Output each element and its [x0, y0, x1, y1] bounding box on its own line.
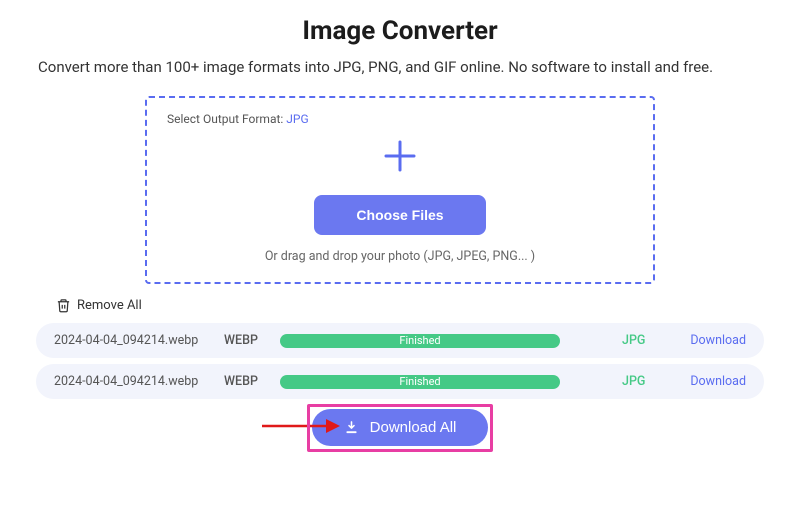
progress-wrap: Finished	[280, 375, 610, 389]
progress-bar: Finished	[280, 375, 560, 389]
file-target-format: JPG	[610, 374, 666, 389]
file-name: 2024-04-04_094214.webp	[54, 374, 224, 389]
output-format-label: Select Output Format:	[167, 112, 286, 126]
progress-bar: Finished	[280, 334, 560, 348]
remove-all-button[interactable]: Remove All	[30, 298, 770, 313]
trash-icon	[56, 298, 71, 313]
output-format-value[interactable]: JPG	[286, 112, 308, 126]
download-link[interactable]: Download	[666, 374, 746, 389]
download-all-label: Download All	[370, 419, 457, 436]
progress-wrap: Finished	[280, 334, 610, 348]
page-title: Image Converter	[30, 16, 770, 46]
file-row: 2024-04-04_094214.webp WEBP Finished JPG…	[36, 364, 764, 399]
annotation-arrow-icon	[260, 414, 340, 442]
drag-hint: Or drag and drop your photo (JPG, JPEG, …	[167, 249, 633, 264]
download-icon	[344, 420, 360, 436]
remove-all-label: Remove All	[77, 298, 142, 313]
output-format-row: Select Output Format: JPG	[167, 112, 633, 126]
plus-icon[interactable]	[380, 136, 420, 183]
choose-files-button[interactable]: Choose Files	[314, 195, 485, 235]
file-target-format: JPG	[610, 333, 666, 348]
page-subtitle: Convert more than 100+ image formats int…	[30, 58, 770, 76]
file-name: 2024-04-04_094214.webp	[54, 333, 224, 348]
file-source-format: WEBP	[224, 374, 280, 389]
download-link[interactable]: Download	[666, 333, 746, 348]
file-row: 2024-04-04_094214.webp WEBP Finished JPG…	[36, 323, 764, 358]
file-source-format: WEBP	[224, 333, 280, 348]
file-dropzone[interactable]: Select Output Format: JPG Choose Files O…	[145, 96, 655, 284]
file-list: 2024-04-04_094214.webp WEBP Finished JPG…	[30, 323, 770, 399]
